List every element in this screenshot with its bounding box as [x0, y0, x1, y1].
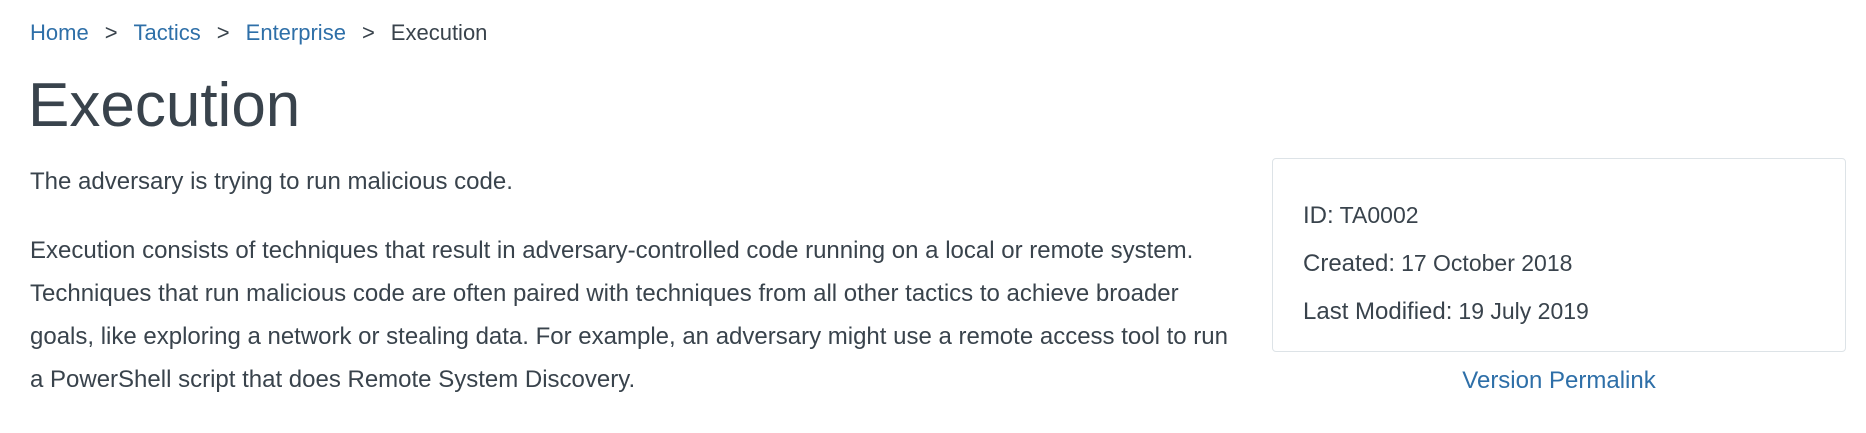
created-label: Created: [1303, 250, 1396, 277]
page-title: Execution [28, 71, 301, 140]
id-row: ID: TA0002 [1303, 191, 1815, 239]
tactic-info-card: ID: TA0002 Created: 17 October 2018 Last M… [1272, 158, 1846, 352]
last-modified-label: Last Modified: [1303, 298, 1453, 325]
breadcrumb-home-link[interactable]: Home [30, 20, 89, 46]
tactic-detail: Execution consists of techniques that re… [30, 237, 1228, 393]
breadcrumb-separator: > [361, 20, 375, 45]
version-permalink-link[interactable]: Version Permalink [1272, 367, 1846, 395]
breadcrumb-tactics-link[interactable]: Tactics [134, 20, 201, 46]
breadcrumb-separator: > [216, 20, 230, 45]
breadcrumb-separator: > [104, 20, 118, 45]
breadcrumb: Home > Tactics > Enterprise > Execution [30, 20, 487, 46]
tactic-summary: The adversary is trying to run malicious… [30, 168, 513, 195]
tactic-description: The adversary is trying to run malicious… [30, 164, 1230, 401]
last-modified-value: 19 July 2019 [1458, 298, 1589, 324]
id-label: ID: [1303, 202, 1334, 229]
breadcrumb-enterprise-link[interactable]: Enterprise [246, 20, 346, 46]
created-value: 17 October 2018 [1401, 250, 1573, 276]
breadcrumb-current: Execution [390, 20, 488, 45]
last-modified-row: Last Modified: 19 July 2019 [1303, 287, 1815, 335]
created-row: Created: 17 October 2018 [1303, 239, 1815, 287]
id-value: TA0002 [1339, 202, 1419, 228]
